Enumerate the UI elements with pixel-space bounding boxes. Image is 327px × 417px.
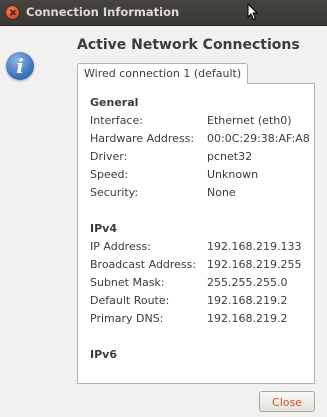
driver-value: pcnet32 <box>207 150 253 163</box>
info-icon: i <box>6 52 34 80</box>
title-bar[interactable]: Connection Information <box>0 0 327 26</box>
subnet-mask-label: Subnet Mask: <box>90 276 165 289</box>
hardware-address-label: Hardware Address: <box>90 132 195 145</box>
broadcast-address-value: 192.168.219.255 <box>207 258 302 271</box>
hardware-address-value: 00:0C:29:38:AF:A8 <box>207 132 310 145</box>
connection-details-panel: General Interface: Ethernet (eth0) Hardw… <box>77 83 315 384</box>
speed-label: Speed: <box>90 168 129 181</box>
driver-label: Driver: <box>90 150 128 163</box>
subnet-mask-value: 255.255.255.0 <box>207 276 288 289</box>
window-title: Connection Information <box>26 5 180 19</box>
general-section-title: General <box>90 96 139 109</box>
close-button[interactable]: Close <box>259 391 315 412</box>
connection-info-dialog: Connection Information i Active Network … <box>0 0 327 417</box>
ipv4-section-title: IPv4 <box>90 222 117 235</box>
default-route-value: 192.168.219.2 <box>207 294 288 307</box>
security-value: None <box>207 186 236 199</box>
primary-dns-label: Primary DNS: <box>90 312 164 325</box>
speed-value: Unknown <box>207 168 259 181</box>
interface-label: Interface: <box>90 114 143 127</box>
mouse-cursor-icon <box>247 3 259 21</box>
ip-address-value: 192.168.219.133 <box>207 240 302 253</box>
interface-value: Ethernet (eth0) <box>207 114 292 127</box>
window-close-icon[interactable] <box>6 6 19 19</box>
security-label: Security: <box>90 186 139 199</box>
dialog-heading: Active Network Connections <box>77 37 300 53</box>
tab-wired-connection-1[interactable]: Wired connection 1 (default) <box>77 63 249 84</box>
ipv6-section-title: IPv6 <box>90 348 117 361</box>
default-route-label: Default Route: <box>90 294 170 307</box>
ip-address-label: IP Address: <box>90 240 151 253</box>
primary-dns-value: 192.168.219.2 <box>207 312 288 325</box>
broadcast-address-label: Broadcast Address: <box>90 258 197 271</box>
